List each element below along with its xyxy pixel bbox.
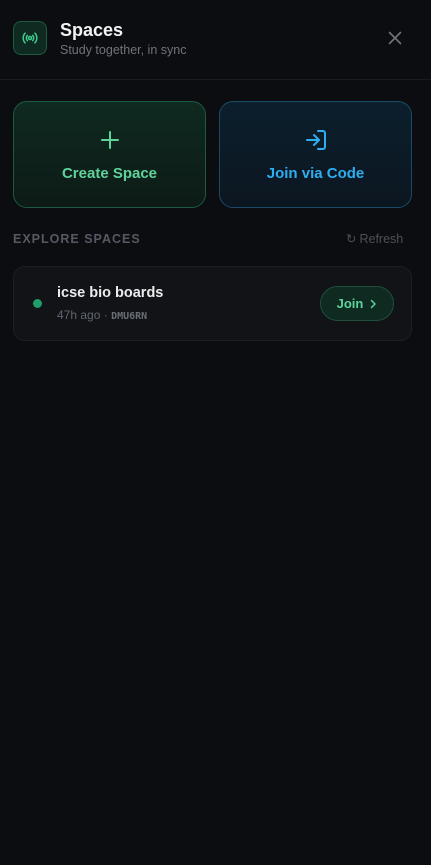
space-name: icse bio boards: [57, 285, 164, 301]
login-arrow-icon: [220, 127, 411, 153]
space-list-item[interactable]: icse bio boards 47h ago · DMU6RN Join: [13, 266, 412, 341]
join-space-button[interactable]: Join: [320, 286, 394, 321]
live-status-dot: [33, 299, 42, 308]
refresh-button[interactable]: ↻ Refresh: [346, 232, 403, 246]
close-icon: [388, 31, 402, 45]
spaces-panel: Spaces Study together, in sync Create Sp…: [0, 0, 431, 865]
refresh-label: Refresh: [359, 232, 404, 246]
chevron-right-icon: [370, 299, 377, 309]
join-button-label: Join: [336, 296, 364, 311]
space-meta: 47h ago · DMU6RN: [57, 308, 147, 324]
panel-title: Spaces: [60, 20, 124, 40]
panel-header: Spaces Study together, in sync: [0, 0, 431, 80]
join-via-code-button[interactable]: Join via Code: [219, 101, 412, 208]
refresh-icon: ↻: [346, 232, 357, 246]
join-via-code-label: Join via Code: [266, 165, 365, 182]
explore-section-title: EXPLORE SPACES: [13, 232, 141, 246]
space-time: 47h ago: [57, 308, 101, 322]
meta-separator: ·: [103, 308, 108, 322]
create-space-button[interactable]: Create Space: [13, 101, 206, 208]
space-code: DMU6RN: [111, 311, 148, 322]
plus-icon: [14, 127, 205, 153]
panel-subtitle: Study together, in sync: [60, 43, 187, 57]
close-button[interactable]: [384, 27, 406, 49]
broadcast-icon: [13, 21, 47, 55]
create-space-label: Create Space: [61, 165, 158, 182]
